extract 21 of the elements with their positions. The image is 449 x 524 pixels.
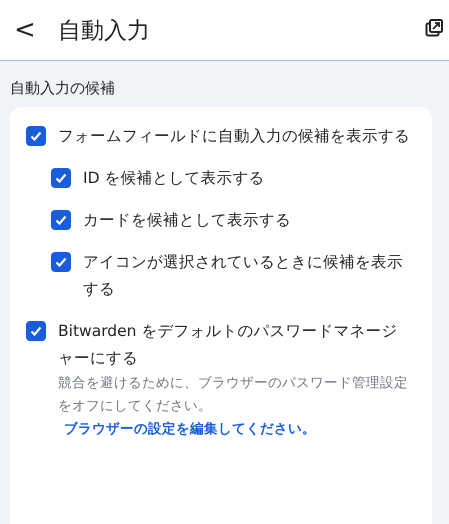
page-title: 自動入力 bbox=[58, 16, 151, 46]
option-label: Bitwarden をデフォルトのパスワードマネージャーにする bbox=[58, 321, 398, 369]
hint-text: 競合を避けるために、ブラウザーのパスワード管理設定をオフにしてください。 ブラウザーの設定を編集してください。 bbox=[58, 374, 409, 439]
check-icon bbox=[54, 213, 68, 227]
option-label: フォームフィールドに自動入力の候補を表示する bbox=[58, 126, 410, 147]
checkbox[interactable] bbox=[51, 210, 71, 230]
check-icon bbox=[29, 324, 43, 338]
checkbox[interactable] bbox=[51, 252, 71, 272]
back-button[interactable]: < bbox=[10, 15, 50, 45]
section-title: 自動入力の候補 bbox=[10, 79, 116, 98]
check-icon bbox=[54, 171, 68, 185]
check-icon bbox=[54, 255, 68, 269]
checkbox[interactable] bbox=[26, 321, 46, 341]
check-icon bbox=[29, 129, 43, 143]
checkbox[interactable] bbox=[26, 126, 46, 146]
checkbox[interactable] bbox=[51, 168, 71, 188]
option-label: アイコンが選択されているときに候補を表示する bbox=[83, 252, 404, 300]
option-label: ID を候補として表示する bbox=[83, 168, 266, 189]
pop-out-icon[interactable] bbox=[425, 19, 443, 37]
settings-link[interactable]: ブラウザーの設定を編集してください。 bbox=[64, 421, 316, 437]
option-label: カードを候補として表示する bbox=[83, 210, 292, 231]
